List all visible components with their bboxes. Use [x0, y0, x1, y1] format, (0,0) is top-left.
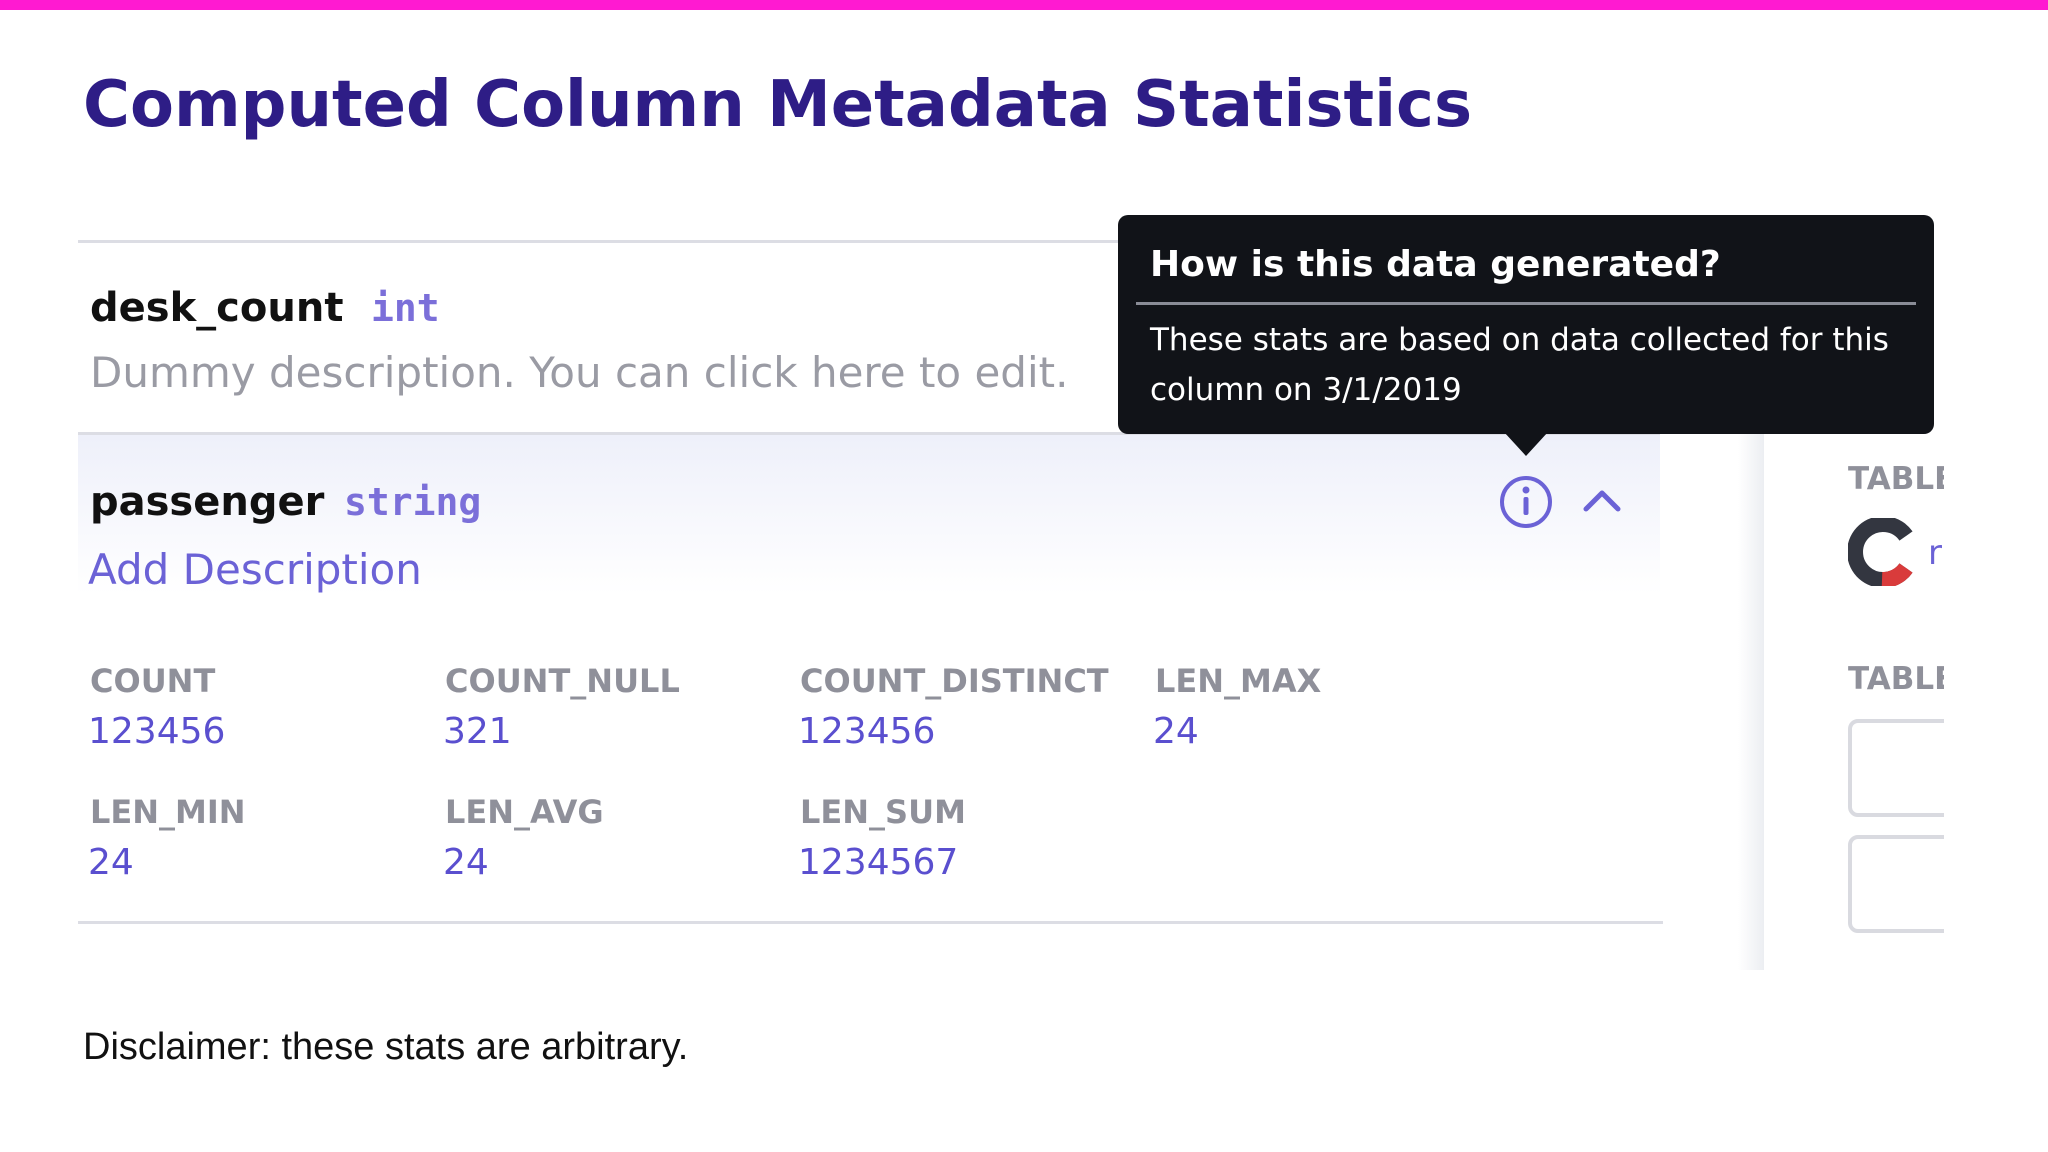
stat-label: LEN_AVG	[445, 793, 604, 831]
slide: Computed Column Metadata Statistics desk…	[0, 0, 2048, 1152]
side-input-box[interactable]	[1848, 719, 1944, 817]
tooltip-body: These stats are based on data collected …	[1150, 322, 1889, 408]
slide-title: Computed Column Metadata Statistics	[83, 68, 1473, 142]
stat-value: 24	[1153, 711, 1199, 752]
stat-label: COUNT	[90, 662, 216, 700]
stat-label: LEN_SUM	[800, 793, 966, 831]
divider	[78, 921, 1663, 924]
stat-label: COUNT_DISTINCT	[800, 662, 1109, 700]
table-heading: TABLE I	[1848, 461, 1944, 497]
info-icon[interactable]	[1498, 474, 1554, 530]
side-input-box[interactable]	[1848, 835, 1944, 933]
column-description[interactable]: Dummy description. You can click here to…	[90, 346, 1068, 400]
divider	[78, 240, 1118, 243]
stat-label: COUNT_NULL	[445, 662, 680, 700]
stat-value: 24	[88, 842, 134, 883]
add-description-link[interactable]: Add Description	[88, 543, 422, 597]
column-name: passenger	[90, 479, 325, 525]
table-heading: TABLE I	[1848, 661, 1944, 697]
stat-value: 1234567	[798, 842, 959, 883]
stat-value: 123456	[88, 711, 226, 752]
stats-tooltip: How is this data generated? These stats …	[1118, 215, 1934, 434]
logo-c-icon	[1848, 518, 1913, 586]
stat-value: 24	[443, 842, 489, 883]
accent-bar	[0, 0, 2048, 10]
stat-label: LEN_MAX	[1155, 662, 1322, 700]
chevron-up-icon[interactable]	[1580, 485, 1624, 515]
disclaimer-text: Disclaimer: these stats are arbitrary.	[83, 1026, 689, 1068]
tooltip-title: How is this data generated?	[1150, 244, 1721, 285]
owner-text: ric	[1928, 533, 1944, 573]
stat-value: 321	[443, 711, 512, 752]
tooltip-arrow	[1504, 432, 1548, 456]
column-name: desk_count	[90, 285, 344, 331]
tooltip-divider	[1136, 302, 1916, 305]
column-type: int	[371, 286, 440, 330]
stat-value: 123456	[798, 711, 936, 752]
column-type: string	[344, 480, 482, 524]
stat-label: LEN_MIN	[90, 793, 246, 831]
